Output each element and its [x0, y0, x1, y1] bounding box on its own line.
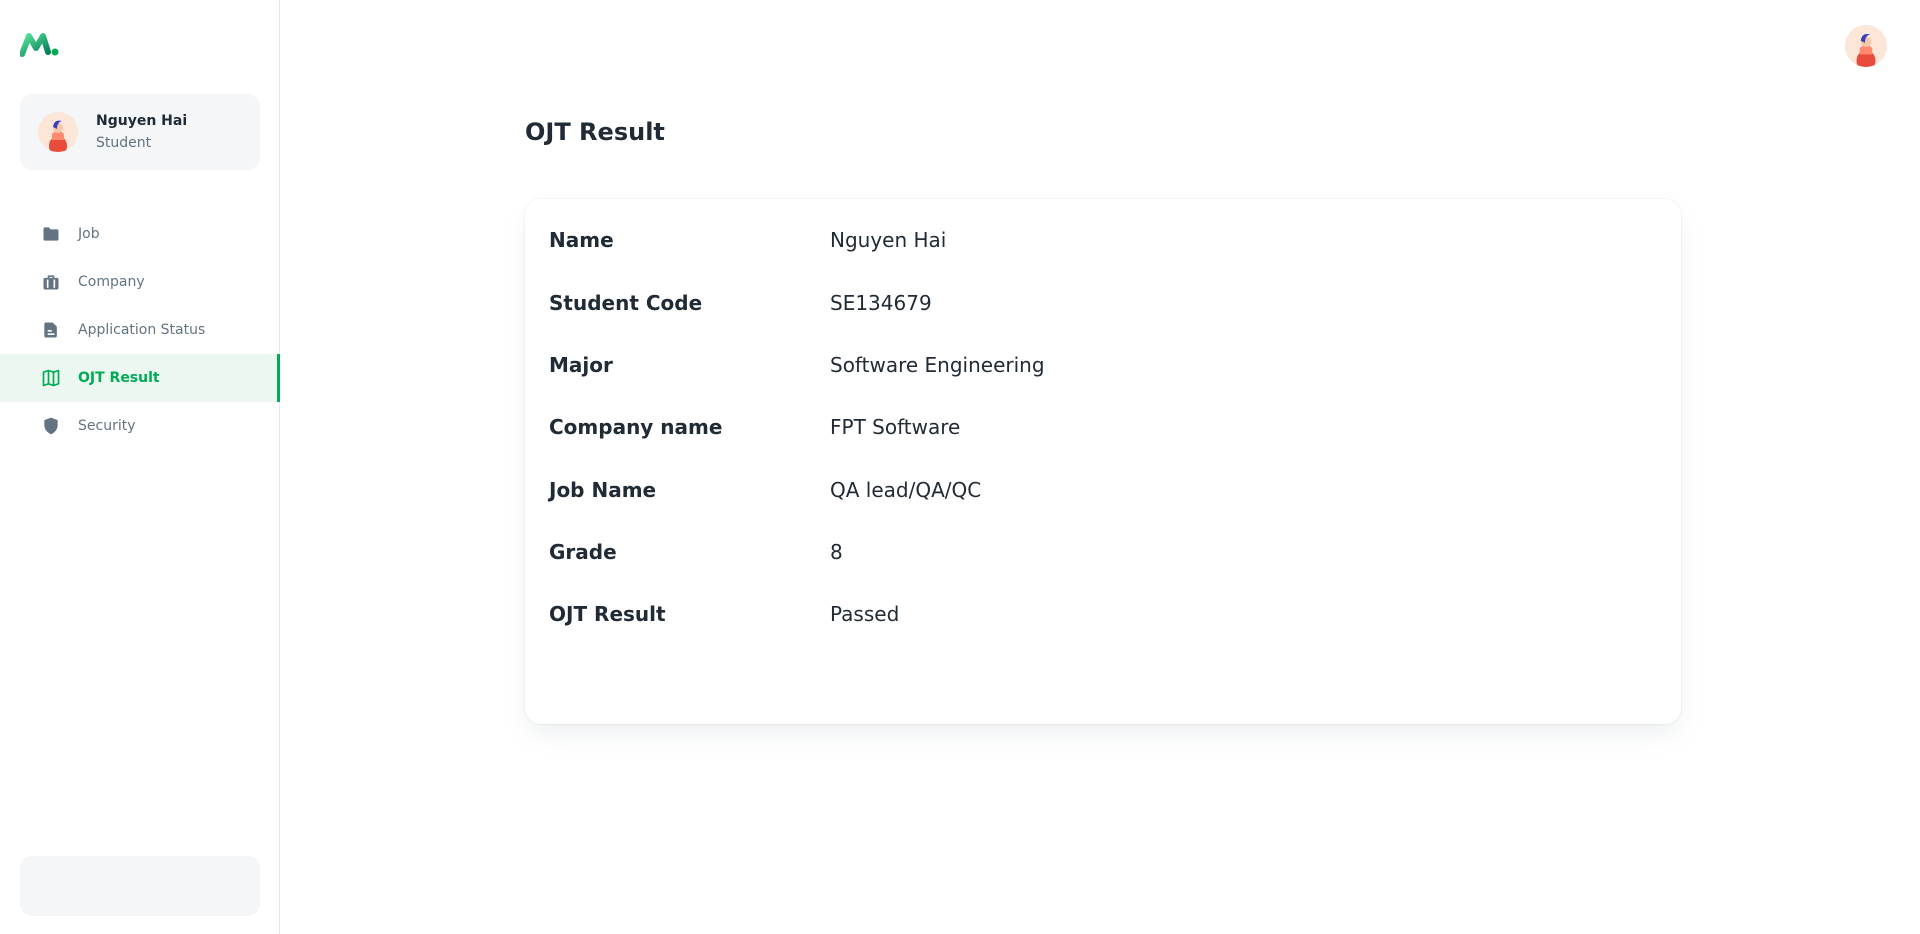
map-icon	[40, 367, 62, 389]
sidebar-footer-card	[20, 856, 260, 916]
account-avatar-button[interactable]	[1845, 25, 1887, 67]
sidebar-item-label: Company	[78, 274, 145, 290]
sidebar-item-company[interactable]: Company	[0, 258, 280, 306]
row-value: Nguyen Hai	[830, 228, 947, 252]
ojt-result-card: Name Nguyen Hai Student Code SE134679 Ma…	[525, 199, 1681, 724]
row-label: Job Name	[549, 478, 657, 502]
row-label: Student Code	[549, 291, 703, 315]
row-label: Name	[549, 228, 614, 252]
sidebar-item-ojt-result[interactable]: OJT Result	[0, 354, 280, 402]
logo-icon[interactable]	[19, 30, 60, 58]
result-row-job-name: Job Name QA lead/QA/QC	[549, 475, 981, 505]
app-root: Nguyen Hai Student Job Company Applicati…	[0, 0, 1920, 934]
result-row-student-code: Student Code SE134679	[549, 288, 932, 318]
page-title: OJT Result	[525, 118, 665, 146]
account-card[interactable]: Nguyen Hai Student	[20, 94, 260, 170]
avatar	[38, 112, 78, 152]
shield-icon	[40, 415, 62, 437]
row-label: Grade	[549, 540, 617, 564]
row-label: Major	[549, 353, 613, 377]
document-icon	[40, 319, 62, 341]
account-name: Nguyen Hai	[96, 113, 188, 129]
folder-icon	[40, 223, 62, 245]
result-row-ojt-result: OJT Result Passed	[549, 599, 899, 629]
sidebar-nav: Job Company Application Status OJT Resul…	[0, 210, 280, 450]
row-value: Passed	[830, 602, 900, 626]
sidebar-item-application-status[interactable]: Application Status	[0, 306, 280, 354]
sidebar-item-label: Application Status	[78, 322, 206, 338]
row-value: QA lead/QA/QC	[830, 478, 982, 502]
row-label: OJT Result	[549, 602, 666, 626]
briefcase-icon	[40, 271, 62, 293]
result-row-major: Major Software Engineering	[549, 350, 1045, 380]
sidebar-item-job[interactable]: Job	[0, 210, 280, 258]
sidebar: Nguyen Hai Student Job Company Applicati…	[0, 0, 280, 934]
row-value: Software Engineering	[830, 353, 1045, 377]
result-row-name: Name Nguyen Hai	[549, 225, 946, 255]
sidebar-item-label: Job	[78, 226, 100, 242]
row-value: SE134679	[830, 291, 932, 315]
account-role: Student	[96, 135, 152, 151]
sidebar-item-label: Security	[78, 418, 136, 434]
result-row-company-name: Company name FPT Software	[549, 412, 960, 442]
sidebar-item-label: OJT Result	[78, 370, 160, 386]
sidebar-item-security[interactable]: Security	[0, 402, 280, 450]
result-row-grade: Grade 8	[549, 537, 843, 567]
row-value: 8	[830, 540, 843, 564]
row-value: FPT Software	[830, 415, 961, 439]
row-label: Company name	[549, 415, 723, 439]
